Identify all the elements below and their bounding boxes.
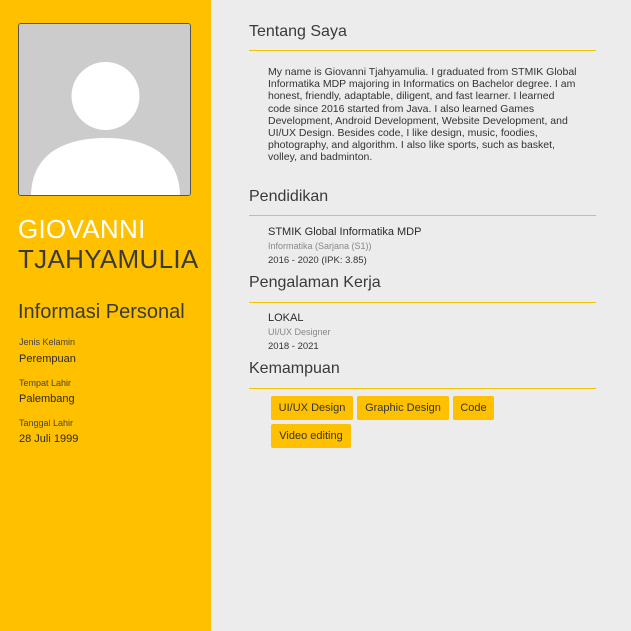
skill-badge: Video editing <box>271 424 351 448</box>
experience-role: UI/UX Designer <box>268 327 331 337</box>
birthplace-label: Tempat Lahir <box>19 378 72 388</box>
about-divider <box>249 50 596 51</box>
personal-info-heading: Informasi Personal <box>18 301 185 323</box>
about-text: My name is Giovanni Tjahyamulia. I gradu… <box>268 66 577 164</box>
birthdate-label: Tanggal Lahir <box>19 418 74 428</box>
about-heading: Tentang Saya <box>249 23 347 40</box>
birthplace-value: Palembang <box>19 393 75 405</box>
avatar <box>18 23 191 196</box>
user-silhouette-icon <box>19 24 190 195</box>
skills-heading: Kemampuan <box>249 360 340 377</box>
last-name: TJAHYAMULIA <box>18 244 199 274</box>
gender-label: Jenis Kelamin <box>19 337 76 347</box>
education-divider <box>249 215 596 216</box>
education-heading: Pendidikan <box>249 188 329 205</box>
education-major: Informatika (Sarjana (S1)) <box>268 241 372 251</box>
experience-heading: Pengalaman Kerja <box>249 274 381 291</box>
education-school: STMIK Global Informatika MDP <box>268 226 422 238</box>
gender-value: Perempuan <box>19 353 76 365</box>
skill-badge: UI/UX Design <box>271 396 353 420</box>
birthdate-value: 28 Juli 1999 <box>19 433 79 445</box>
sidebar: GIOVANNI TJAHYAMULIA Informasi Personal … <box>0 0 211 631</box>
skills-divider <box>249 388 596 389</box>
first-name: GIOVANNI <box>18 214 146 244</box>
experience-period: 2018 - 2021 <box>268 341 319 352</box>
experience-divider <box>249 302 596 303</box>
experience-company: LOKAL <box>268 312 304 324</box>
skill-badge: Code <box>453 396 494 420</box>
skill-badge: Graphic Design <box>357 396 449 420</box>
education-period: 2016 - 2020 (IPK: 3.85) <box>268 255 367 266</box>
